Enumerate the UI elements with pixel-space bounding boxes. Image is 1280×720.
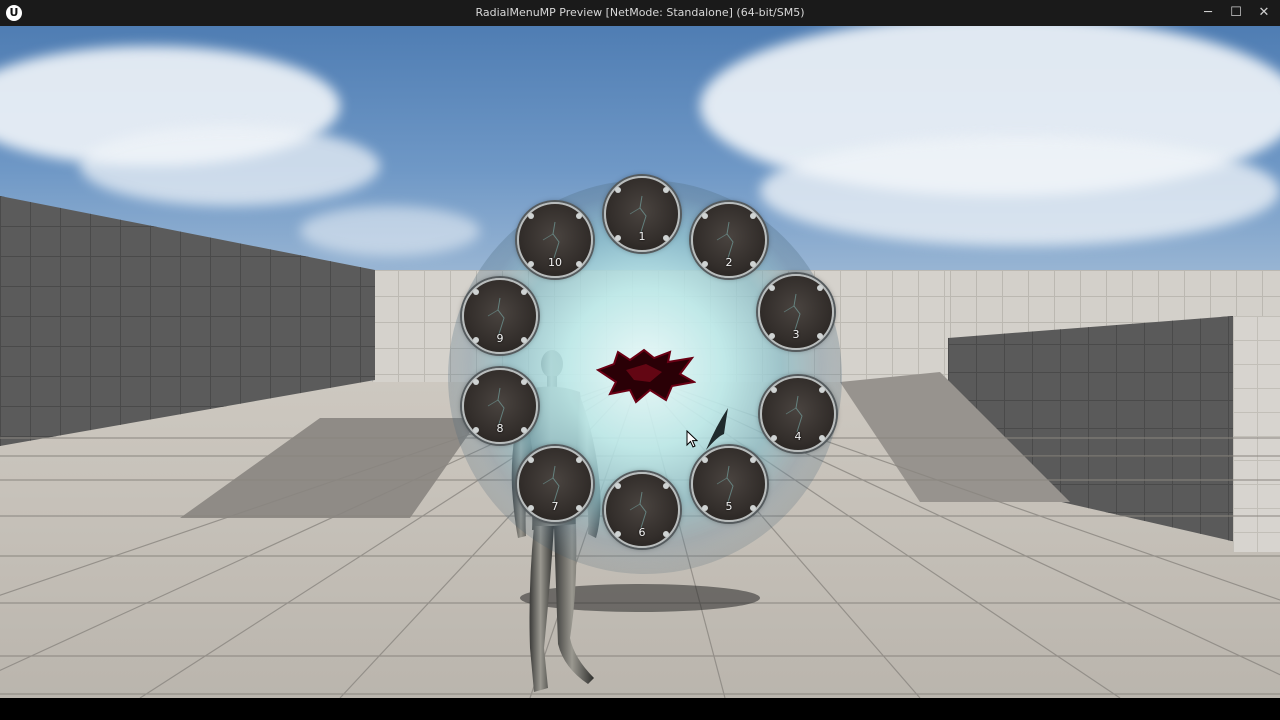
mouse-cursor-icon [686,430,698,448]
radial-slot-9[interactable]: 9 [462,278,538,354]
slot-crack-icon [716,221,734,259]
radial-slot-10[interactable]: 10 [517,202,593,278]
radial-slot-7[interactable]: 7 [517,446,593,522]
slot-stud [473,289,479,295]
slot-stud [769,285,775,291]
game-viewport[interactable]: 1 2 3 4 5 6 7 8 9 10 [0,26,1280,698]
slot-stud [663,187,669,193]
slot-crack-icon [487,387,505,425]
slot-stud [576,457,582,463]
slot-crack-icon [716,465,734,503]
slot-crack-icon [487,297,505,335]
radial-slot-label: 1 [638,230,646,243]
close-button[interactable]: ✕ [1250,0,1278,26]
slot-crack-icon [542,221,560,259]
radial-slot-8[interactable]: 8 [462,368,538,444]
radial-slot-3[interactable]: 3 [758,274,834,350]
radial-slot-6[interactable]: 6 [604,472,680,548]
radial-slot-label: 10 [548,256,562,269]
radial-slot-label: 4 [794,430,802,443]
radial-slot-5[interactable]: 5 [691,446,767,522]
window-title: RadialMenuMP Preview [NetMode: Standalon… [475,6,805,19]
slot-stud [521,379,527,385]
slot-crack-icon [785,395,803,433]
minimize-button[interactable]: ─ [1194,0,1222,26]
radial-slot-label: 8 [496,422,504,435]
slot-stud [663,483,669,489]
slot-crack-icon [542,465,560,503]
slot-crack-icon [629,195,647,233]
slot-stud [750,213,756,219]
radial-center-burst [596,348,696,404]
slot-stud [817,285,823,291]
radial-slot-label: 3 [792,328,800,341]
slot-stud [528,213,534,219]
slot-crack-icon [629,491,647,529]
radial-slot-4[interactable]: 4 [760,376,836,452]
slot-stud [473,379,479,385]
radial-slot-label: 2 [725,256,733,269]
slot-stud [819,387,825,393]
radial-slot-1[interactable]: 1 [604,176,680,252]
radial-slot-2[interactable]: 2 [691,202,767,278]
slot-stud [521,289,527,295]
slot-stud [615,483,621,489]
slot-stud [750,457,756,463]
slot-stud [702,213,708,219]
slot-stud [702,457,708,463]
slot-crack-icon [783,293,801,331]
slot-stud [615,187,621,193]
slot-stud [576,213,582,219]
radial-slot-label: 9 [496,332,504,345]
radial-slot-label: 5 [725,500,733,513]
radial-slot-label: 6 [638,526,646,539]
window-bottom-bar [0,698,1280,720]
slot-stud [771,387,777,393]
maximize-button[interactable]: ☐ [1222,0,1250,26]
slot-stud [528,457,534,463]
radial-slot-label: 7 [551,500,559,513]
window-titlebar: U RadialMenuMP Preview [NetMode: Standal… [0,0,1280,26]
